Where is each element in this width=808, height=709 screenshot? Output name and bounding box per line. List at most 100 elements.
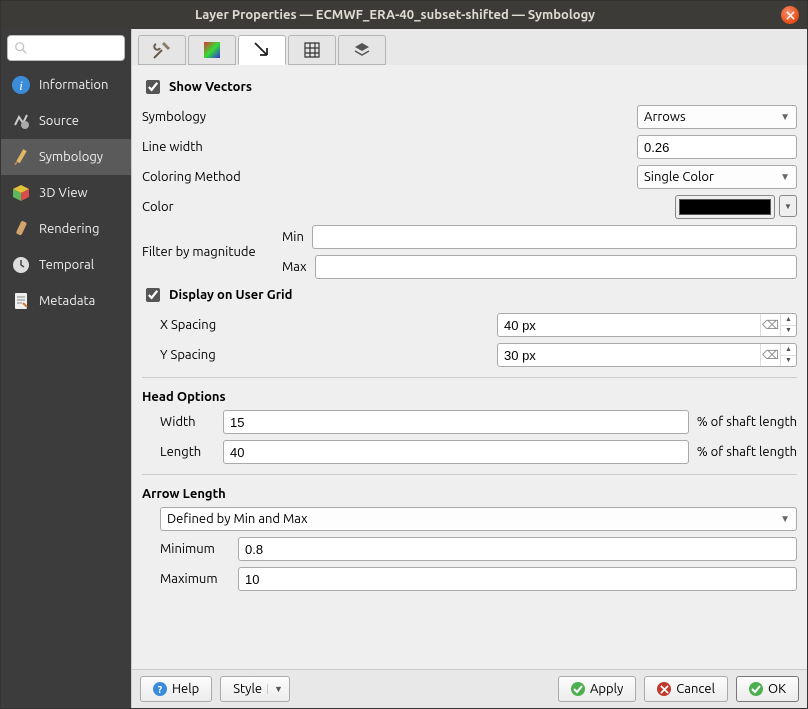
button-bar: ? Help Style ▼ Apply [132, 669, 807, 708]
titlebar: Layer Properties — ECMWF_ERA-40_subset-s… [1, 1, 807, 29]
symbology-label: Symbology [142, 110, 272, 124]
sidebar-item-label: 3D View [39, 186, 88, 200]
divider [142, 377, 797, 378]
symbology-select[interactable]: Arrows ▼ [637, 105, 797, 129]
tab-vectors[interactable] [238, 35, 286, 65]
tab-mesh[interactable] [288, 35, 336, 65]
x-spacing-label: X Spacing [160, 318, 240, 332]
head-width-input[interactable] [223, 410, 689, 434]
show-vectors-label: Show Vectors [169, 80, 252, 94]
sidebar-item-information[interactable]: i Information [1, 67, 131, 103]
check-icon [749, 682, 763, 696]
sidebar-item-metadata[interactable]: Metadata [1, 283, 131, 319]
apply-button[interactable]: Apply [558, 676, 636, 702]
sidebar-item-3dview[interactable]: 3D View [1, 175, 131, 211]
user-grid-checkbox[interactable]: Display on User Grid [142, 285, 797, 305]
y-spacing-input[interactable]: ⌫ ▲▼ [497, 343, 797, 367]
cube-icon [11, 183, 31, 203]
head-length-input[interactable] [223, 440, 689, 464]
dialog-window: Layer Properties — ECMWF_ERA-40_subset-s… [0, 0, 808, 709]
svg-text:i: i [19, 78, 23, 93]
color-label: Color [142, 200, 272, 214]
gradient-icon [202, 40, 222, 60]
grid-icon [302, 40, 322, 60]
info-icon: i [11, 75, 31, 95]
spin-down-icon[interactable]: ▼ [781, 356, 796, 367]
close-icon[interactable] [781, 6, 799, 24]
color-swatch [679, 199, 771, 215]
rendering-icon [11, 219, 31, 239]
content-panel: Show Vectors Symbology Arrows ▼ Line wid… [131, 29, 807, 708]
layers-icon [352, 40, 372, 60]
window-title: Layer Properties — ECMWF_ERA-40_subset-s… [9, 8, 781, 22]
clock-icon [11, 255, 31, 275]
line-width-field[interactable] [638, 136, 807, 158]
cancel-icon [657, 682, 671, 696]
arrow-mode-value: Defined by Min and Max [167, 512, 308, 526]
filter-max-input[interactable] [315, 255, 797, 279]
tab-rendering[interactable] [338, 35, 386, 65]
arrow-max-label: Maximum [160, 572, 230, 586]
style-button[interactable]: Style ▼ [220, 676, 290, 702]
help-button[interactable]: ? Help [140, 676, 212, 702]
ok-button[interactable]: OK [736, 676, 799, 702]
filter-min-input[interactable] [312, 225, 797, 249]
filter-max-label: Max [282, 260, 307, 274]
sidebar-item-symbology[interactable]: Symbology [1, 139, 131, 175]
user-grid-label: Display on User Grid [169, 288, 292, 302]
sidebar-item-label: Temporal [39, 258, 94, 272]
spin-down-icon[interactable]: ▼ [781, 326, 796, 337]
chevron-down-icon: ▼ [267, 684, 287, 694]
chevron-down-icon: ▼ [780, 171, 790, 183]
y-spacing-label: Y Spacing [160, 348, 240, 362]
source-icon [11, 111, 31, 131]
symbology-value: Arrows [644, 110, 686, 124]
help-label: Help [172, 682, 199, 696]
sidebar-item-temporal[interactable]: Temporal [1, 247, 131, 283]
head-options-title: Head Options [142, 390, 797, 404]
head-width-label: Width [160, 415, 215, 429]
ok-label: OK [768, 682, 786, 696]
x-spacing-input[interactable]: ⌫ ▲▼ [497, 313, 797, 337]
sidebar-item-rendering[interactable]: Rendering [1, 211, 131, 247]
color-button[interactable] [675, 195, 775, 219]
arrow-mode-select[interactable]: Defined by Min and Max ▼ [160, 507, 797, 531]
cancel-button[interactable]: Cancel [644, 676, 728, 702]
help-icon: ? [153, 682, 167, 696]
vectors-form: Show Vectors Symbology Arrows ▼ Line wid… [132, 65, 807, 669]
clear-icon[interactable]: ⌫ [760, 344, 780, 366]
show-vectors-checkbox[interactable]: Show Vectors [142, 77, 797, 97]
sidebar-item-label: Rendering [39, 222, 99, 236]
symbology-icon [11, 147, 31, 167]
spin-up-icon[interactable]: ▲ [781, 314, 796, 326]
clear-icon[interactable]: ⌫ [760, 314, 780, 336]
head-length-label: Length [160, 445, 215, 459]
sidebar-item-source[interactable]: Source [1, 103, 131, 139]
line-width-label: Line width [142, 140, 272, 154]
color-dropdown-button[interactable]: ▼ [779, 195, 797, 217]
head-length-suffix: % of shaft length [697, 445, 797, 459]
apply-label: Apply [590, 682, 623, 696]
tab-contours[interactable] [188, 35, 236, 65]
coloring-method-select[interactable]: Single Color ▼ [637, 165, 797, 189]
x-spacing-field[interactable] [498, 314, 760, 336]
arrow-max-input[interactable] [238, 567, 797, 591]
line-width-input[interactable]: ⌫ ▲▼ [637, 135, 797, 159]
coloring-method-label: Coloring Method [142, 170, 272, 184]
cancel-label: Cancel [676, 682, 715, 696]
check-icon [571, 682, 585, 696]
sidebar-item-label: Information [39, 78, 108, 92]
show-vectors-check[interactable] [146, 80, 160, 94]
chevron-down-icon: ▼ [780, 513, 790, 525]
arrow-min-input[interactable] [238, 537, 797, 561]
spin-up-icon[interactable]: ▲ [781, 344, 796, 356]
user-grid-check[interactable] [146, 288, 160, 302]
filter-min-label: Min [282, 230, 304, 244]
divider [142, 474, 797, 475]
y-spacing-field[interactable] [498, 344, 760, 366]
metadata-icon [11, 291, 31, 311]
chevron-down-icon: ▼ [780, 111, 790, 123]
arrow-icon [252, 40, 272, 60]
tab-general[interactable] [138, 35, 186, 65]
search-input[interactable] [7, 35, 125, 61]
